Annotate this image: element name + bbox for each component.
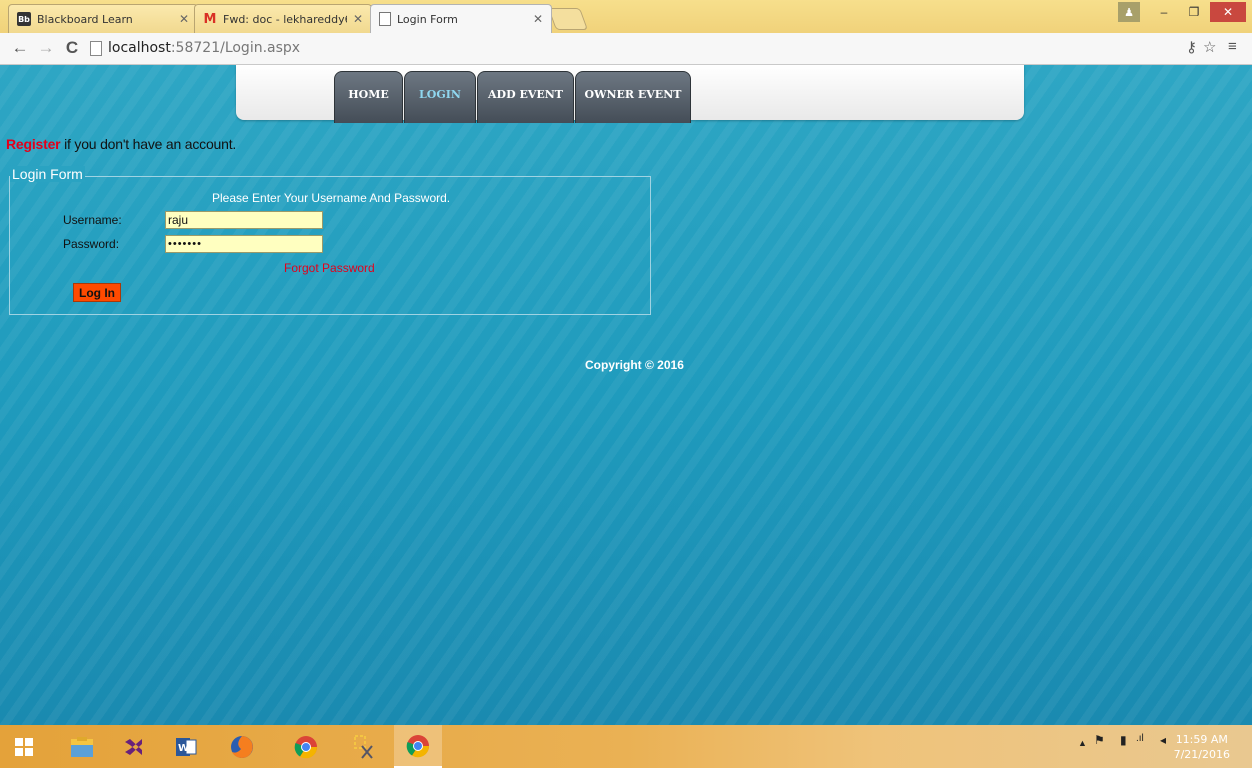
- network-icon[interactable]: .ıl: [1136, 733, 1144, 744]
- tab-blackboard[interactable]: Bb Blackboard Learn ✕: [8, 4, 198, 33]
- tab-login-form[interactable]: Login Form ✕: [370, 4, 552, 33]
- register-prompt: Register if you don't have an account.: [6, 136, 236, 152]
- clock-time: 11:59 AM: [1175, 733, 1228, 746]
- key-icon[interactable]: ⚷: [1186, 38, 1197, 56]
- password-field[interactable]: •••••••: [165, 235, 323, 253]
- login-button[interactable]: Log In: [73, 283, 121, 302]
- menu-login[interactable]: LOGIN: [404, 71, 476, 123]
- forgot-password-link[interactable]: Forgot Password: [284, 261, 375, 275]
- chrome-icon[interactable]: [394, 725, 442, 768]
- window-controls: ♟ – ❐ ✕: [1118, 2, 1246, 22]
- page-icon: [379, 12, 391, 26]
- forward-arrow-icon[interactable]: →: [36, 38, 56, 58]
- username-label: Username:: [63, 213, 122, 227]
- menu-home[interactable]: HOME: [334, 71, 403, 123]
- star-icon[interactable]: ☆: [1203, 38, 1216, 56]
- menu-icon[interactable]: ≡: [1228, 38, 1237, 55]
- gmail-icon: M: [203, 11, 217, 27]
- firefox-icon[interactable]: [218, 725, 266, 768]
- page-icon: [90, 40, 102, 56]
- visual-studio-icon[interactable]: [110, 725, 158, 768]
- snipping-tool-icon[interactable]: [340, 725, 388, 768]
- reload-icon[interactable]: C: [62, 38, 82, 58]
- show-hidden-icons-icon[interactable]: ▲: [1078, 738, 1087, 748]
- tab-gmail[interactable]: M Fwd: doc - lekhareddy6@ ✕: [194, 4, 372, 33]
- url-path: :58721/Login.aspx: [170, 40, 301, 56]
- system-clock[interactable]: 11:59 AM 7/21/2016: [1174, 732, 1230, 762]
- svg-text:W: W: [178, 743, 189, 754]
- page-viewport: HOME LOGIN ADD EVENT OWNER EVENT Registe…: [0, 65, 1252, 725]
- menu-owner-event[interactable]: OWNER EVENT: [575, 71, 691, 123]
- username-field[interactable]: raju: [165, 211, 323, 229]
- chrome-icon[interactable]: [282, 725, 330, 768]
- restore-icon[interactable]: ❐: [1180, 2, 1208, 22]
- login-form-legend: Login Form: [10, 166, 85, 182]
- login-instructions: Please Enter Your Username And Password.: [212, 191, 451, 205]
- browser-tab-strip: Bb Blackboard Learn ✕ M Fwd: doc - lekha…: [0, 0, 1252, 33]
- new-tab-button[interactable]: [547, 8, 589, 30]
- tab-title: Blackboard Learn: [37, 12, 133, 26]
- user-icon[interactable]: ♟: [1118, 2, 1140, 22]
- windows-taskbar: W ▲ ⚑ ▮ .ıl ◂ 11:59 AM 7/21/2016: [0, 725, 1252, 768]
- menu-add-event[interactable]: ADD EVENT: [477, 71, 574, 123]
- battery-icon[interactable]: ▮: [1120, 733, 1127, 747]
- word-icon[interactable]: W: [162, 725, 210, 768]
- register-rest-text: if you don't have an account.: [60, 136, 237, 152]
- back-arrow-icon[interactable]: ←: [10, 38, 30, 58]
- tab-title: Fwd: doc - lekhareddy6@: [223, 12, 347, 26]
- address-bar[interactable]: localhost:58721/Login.aspx: [90, 37, 1170, 59]
- register-link[interactable]: Register: [6, 136, 61, 152]
- file-explorer-icon[interactable]: [58, 725, 106, 768]
- volume-icon[interactable]: ◂: [1160, 733, 1166, 747]
- minimize-icon[interactable]: –: [1150, 2, 1178, 22]
- close-icon[interactable]: ✕: [353, 12, 363, 26]
- close-icon[interactable]: ✕: [179, 12, 189, 26]
- browser-toolbar: ← → C localhost:58721/Login.aspx ⚷ ☆ ≡: [0, 33, 1252, 65]
- close-icon[interactable]: ✕: [533, 12, 543, 26]
- flag-icon[interactable]: ⚑: [1094, 733, 1105, 747]
- copyright-text: Copyright © 2016: [585, 358, 684, 372]
- close-window-icon[interactable]: ✕: [1210, 2, 1246, 22]
- url-host: localhost: [108, 40, 171, 56]
- clock-date: 7/21/2016: [1173, 748, 1230, 761]
- password-label: Password:: [63, 237, 120, 251]
- tab-title: Login Form: [397, 12, 458, 26]
- blackboard-icon: Bb: [17, 12, 31, 26]
- windows-start-icon[interactable]: [0, 725, 48, 768]
